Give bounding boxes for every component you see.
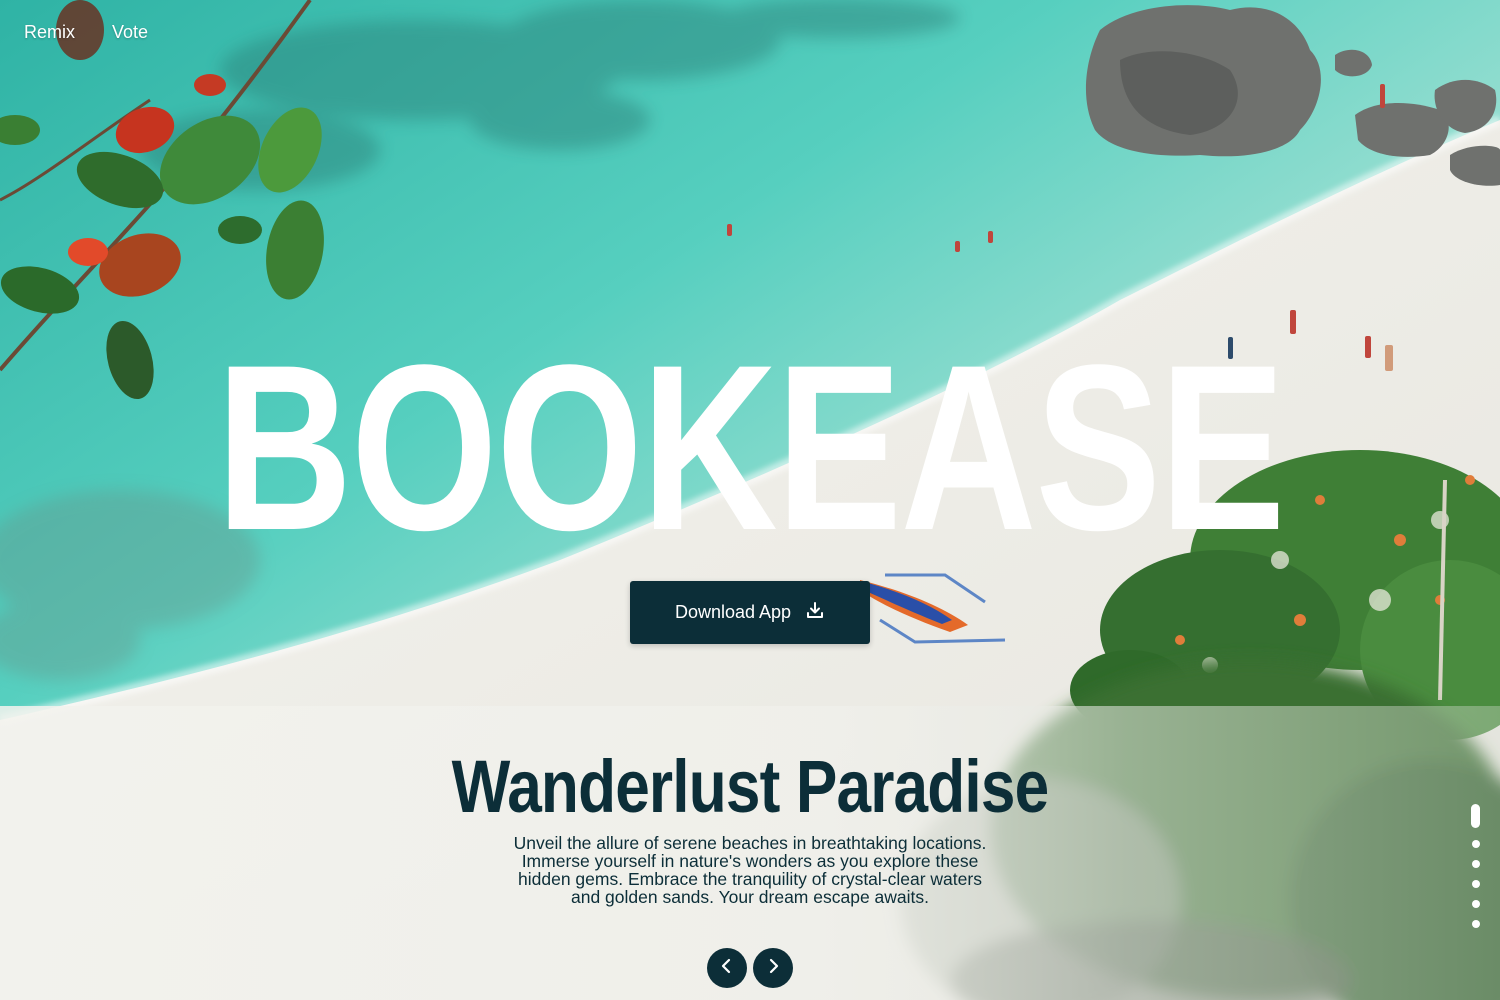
brand-title: BOOKEASE xyxy=(216,316,1285,580)
remix-link[interactable]: Remix xyxy=(24,22,75,43)
download-icon xyxy=(805,600,825,625)
pagination-dot[interactable] xyxy=(1471,920,1480,928)
pagination-dot[interactable] xyxy=(1471,880,1480,888)
top-nav: Remix Vote xyxy=(24,22,148,43)
pagination-dots xyxy=(1471,804,1480,928)
download-app-label: Download App xyxy=(674,602,792,622)
pagination-dot[interactable] xyxy=(1471,900,1480,908)
vote-link[interactable]: Vote xyxy=(112,22,148,43)
download-app-button[interactable]: Download App xyxy=(630,581,870,644)
pagination-dot[interactable] xyxy=(1471,840,1480,848)
pagination-dot-active[interactable] xyxy=(1471,804,1480,828)
feature-description: Unveil the allure of serene beaches in b… xyxy=(513,833,987,907)
previous-button[interactable] xyxy=(707,948,747,988)
chevron-right-icon xyxy=(764,957,782,980)
pagination-dot[interactable] xyxy=(1471,860,1480,868)
next-button[interactable] xyxy=(753,948,793,988)
feature-title: Wanderlust Paradise xyxy=(451,745,1049,828)
slide-controls xyxy=(707,948,793,988)
chevron-left-icon xyxy=(718,957,736,980)
